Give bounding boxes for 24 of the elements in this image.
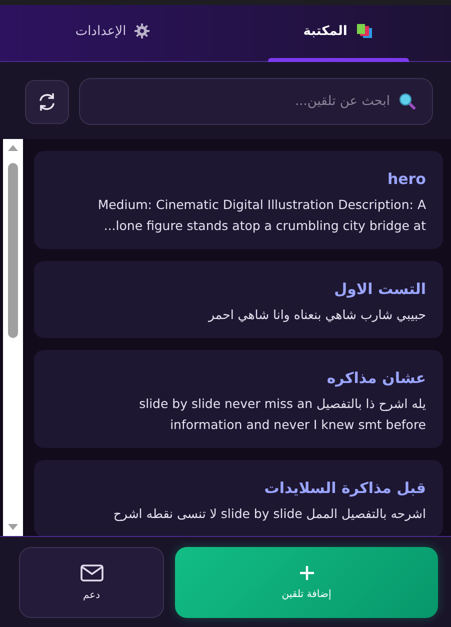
prompt-card[interactable]: قبل مذاكرة السلايدات اشرحه بالتفصيل الممل slide by slide لا تنسى نقطه اشرح [34,460,443,536]
prompt-title: hero [386,170,426,188]
prompt-card[interactable]: التست الاول حبيبي شارب شاهي بنعناه وانا شاهي احمر [34,261,443,338]
prompt-description: Medium: Cinematic Digital Illustration Description: A lone figure stands atop a crumbling city bridge at... [96,196,426,235]
tab[interactable]: المكتبة [226,5,451,61]
prompt-card[interactable]: عشان مذاكره يله اشرح ذا بالتفصيل slide by slide never miss an information and never I knew smt before [34,350,443,448]
gear-icon [134,23,150,39]
prompt-description: اشرحه بالتفصيل الممل slide by slide لا تنسى نقطه اشرح [112,505,426,523]
tab[interactable]: الإعدادات [0,5,226,61]
prompt-title: قبل مذاكرة السلايدات [263,479,426,497]
search-icon [398,92,416,110]
books-icon [355,23,374,39]
prompt-title: عشان مذاكره [326,369,426,387]
refresh-icon [37,92,57,112]
mail-icon [80,564,104,582]
refresh-button[interactable] [25,80,69,124]
prompt-card[interactable]: hero Medium: Cinematic Digital Illustration Description: A lone figure stands atop a crumbling city bridge at... [34,151,443,249]
search-field[interactable]: ابحث عن تلقين... [79,78,433,125]
prompt-title: التست الاول [333,280,426,298]
prompt-description: يله اشرح ذا بالتفصيل slide by slide never miss an information and never I knew smt before [138,395,426,434]
plus-icon [298,565,314,581]
scrollbar[interactable] [3,139,23,536]
prompt-description: حبيبي شارب شاهي بنعناه وانا شاهي احمر [207,306,426,324]
support-button[interactable]: دعم [19,547,164,618]
